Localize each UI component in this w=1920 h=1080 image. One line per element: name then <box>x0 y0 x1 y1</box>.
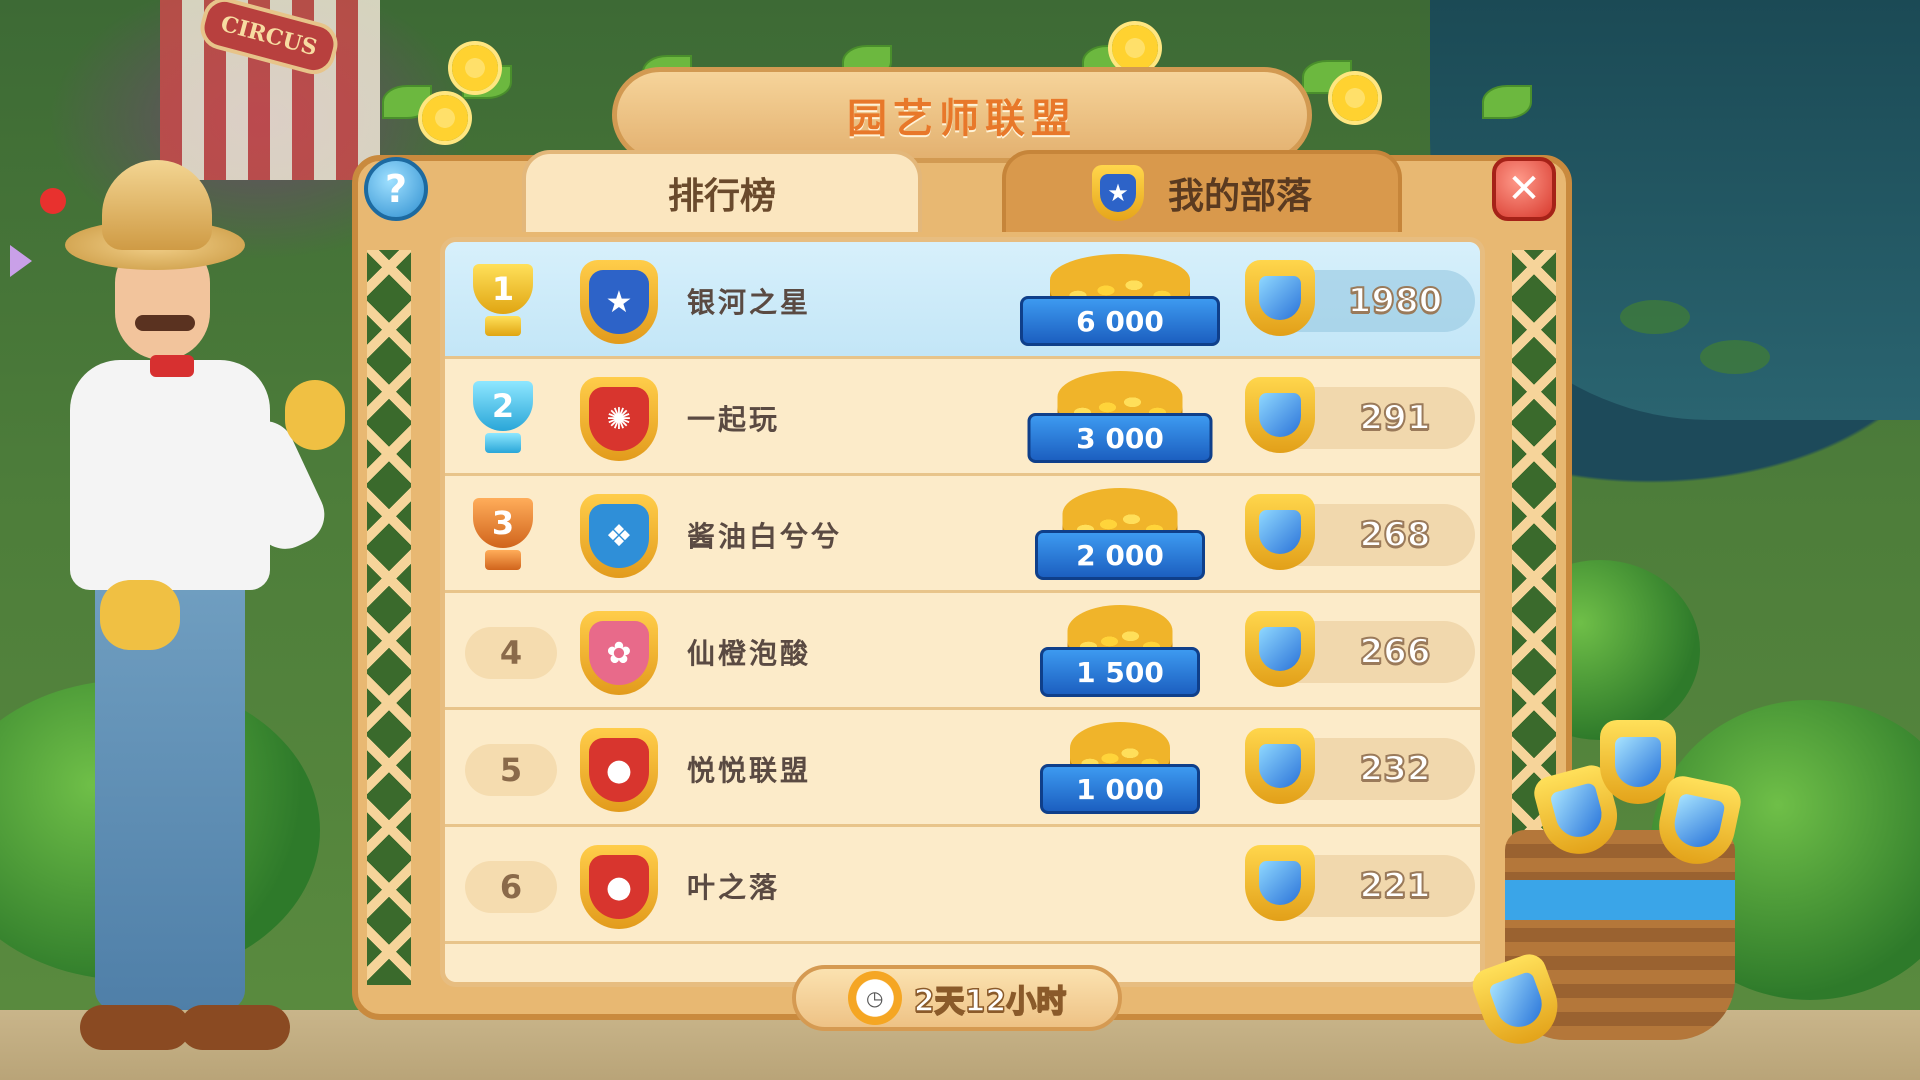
score-value: 291 <box>1359 397 1432 439</box>
rank-number: 2 <box>473 381 533 431</box>
coin-reward: 1 500 <box>1015 601 1225 706</box>
team-name: 酱油白兮兮 <box>687 519 843 553</box>
gold-trophy-icon: 1 <box>465 264 541 340</box>
gem-shield-icon <box>1245 845 1315 921</box>
tab-leaderboard[interactable]: 排行榜 <box>522 150 922 232</box>
gem-shield-icon <box>1245 728 1315 804</box>
team-name: 仙橙泡酸 <box>687 636 812 670</box>
bronze-trophy-icon: 3 <box>465 498 541 574</box>
team-badge-acorn-icon: ● <box>580 728 658 812</box>
gardener-glove <box>100 580 180 650</box>
badge-glyph: ● <box>589 738 649 802</box>
score-value: 266 <box>1359 631 1432 673</box>
team-badge-paw-icon: ❖ <box>580 494 658 578</box>
close-icon: ✕ <box>1507 166 1541 212</box>
reward-ribbon: 1 500 <box>1040 647 1200 697</box>
score-value: 1980 <box>1347 280 1444 322</box>
tab-my-tribe[interactable]: ★ 我的部落 <box>1002 150 1402 232</box>
leaderboard-row[interactable]: 1 ★ 银河之星 6 000 1980 <box>445 242 1480 359</box>
leaderboard-row[interactable]: 3 ❖ 酱油白兮兮 2 000 268 <box>445 476 1480 593</box>
yellow-flower <box>1332 75 1378 121</box>
reward-ribbon: 1 000 <box>1040 764 1200 814</box>
gardener-hat-crown <box>102 160 212 250</box>
coin-reward: 3 000 <box>1015 367 1225 472</box>
yellow-flower <box>422 95 468 141</box>
alarm-clock-icon: ◷ <box>847 971 902 1025</box>
gardener-bowtie <box>150 355 194 377</box>
gardener-glove <box>285 380 345 450</box>
help-button[interactable]: ? <box>364 157 428 221</box>
leaderboard-list[interactable]: 1 ★ 银河之星 6 000 1980 2 ✺ 一起玩 3 000 291 3 … <box>440 237 1485 987</box>
badge-glyph: ★ <box>589 270 649 334</box>
close-button[interactable]: ✕ <box>1492 157 1556 221</box>
coin-reward: 1 000 <box>1015 718 1225 823</box>
score-value: 232 <box>1359 748 1432 790</box>
tribe-shield-icon: ★ <box>1091 165 1144 221</box>
countdown-timer: ◷ 2天12小时 <box>792 965 1122 1031</box>
team-badge-apple-icon: ● <box>580 845 658 929</box>
title-plate: 园艺师联盟 <box>612 67 1312 163</box>
yellow-flower <box>1112 25 1158 71</box>
side-menu-arrow-icon[interactable] <box>10 245 32 277</box>
yellow-flower <box>452 45 498 91</box>
team-badge-flower-icon: ✿ <box>580 611 658 695</box>
leaderboard-row[interactable]: 2 ✺ 一起玩 3 000 291 <box>445 359 1480 476</box>
question-icon: ? <box>384 167 408 211</box>
rank-number: 3 <box>473 498 533 548</box>
gem-shield-icon <box>1245 611 1315 687</box>
lily-pad <box>1620 300 1690 334</box>
lily-pad <box>1700 340 1770 374</box>
gardener-shoe <box>80 1005 190 1050</box>
team-name: 悦悦联盟 <box>687 753 812 787</box>
badge-glyph: ❖ <box>589 504 649 568</box>
basket-ribbon <box>1505 880 1735 920</box>
gem-shield-icon <box>1245 260 1315 336</box>
leaf <box>1482 85 1532 119</box>
tab-my-tribe-label: 我的部落 <box>1167 176 1312 217</box>
left-lattice <box>362 245 416 990</box>
reward-ribbon: 6 000 <box>1020 296 1220 346</box>
score-value: 268 <box>1359 514 1432 556</box>
gem-shield-icon <box>1245 494 1315 570</box>
badge-glyph: ● <box>589 855 649 919</box>
page-title: 园艺师联盟 <box>847 96 1077 142</box>
team-name: 叶之落 <box>687 870 781 904</box>
gardener-character <box>30 150 360 1080</box>
reward-ribbon: 2 000 <box>1035 530 1205 580</box>
team-badge-star-icon: ★ <box>580 260 658 344</box>
team-name: 银河之星 <box>687 285 812 319</box>
gardener-mustache <box>135 315 195 331</box>
timer-text: 2天12小时 <box>913 983 1067 1020</box>
rank-number: 5 <box>465 744 557 796</box>
reward-ribbon: 3 000 <box>1027 413 1213 463</box>
gem-shield-icon <box>1245 377 1315 453</box>
rank-number: 4 <box>465 627 557 679</box>
gardener-shoe <box>180 1005 290 1050</box>
league-panel: 园艺师联盟 ? ✕ 排行榜 ★ 我的部落 1 ★ 银河之星 6 000 1980… <box>352 25 1572 1031</box>
coin-reward: 6 000 <box>1015 250 1225 355</box>
team-badge-sun-icon: ✺ <box>580 377 658 461</box>
badge-glyph: ✿ <box>589 621 649 685</box>
silver-trophy-icon: 2 <box>465 381 541 457</box>
rank-number: 1 <box>473 264 533 314</box>
rank-number: 6 <box>465 861 557 913</box>
coin-reward: 2 000 <box>1015 484 1225 589</box>
score-value: 221 <box>1359 865 1432 907</box>
leaderboard-row[interactable]: 6 ● 叶之落 221 <box>445 827 1480 944</box>
badge-glyph: ✺ <box>589 387 649 451</box>
leaderboard-row[interactable]: 5 ● 悦悦联盟 1 000 232 <box>445 710 1480 827</box>
tab-leaderboard-label: 排行榜 <box>667 176 776 217</box>
leaderboard-row[interactable]: 4 ✿ 仙橙泡酸 1 500 266 <box>445 593 1480 710</box>
team-name: 一起玩 <box>687 402 781 436</box>
